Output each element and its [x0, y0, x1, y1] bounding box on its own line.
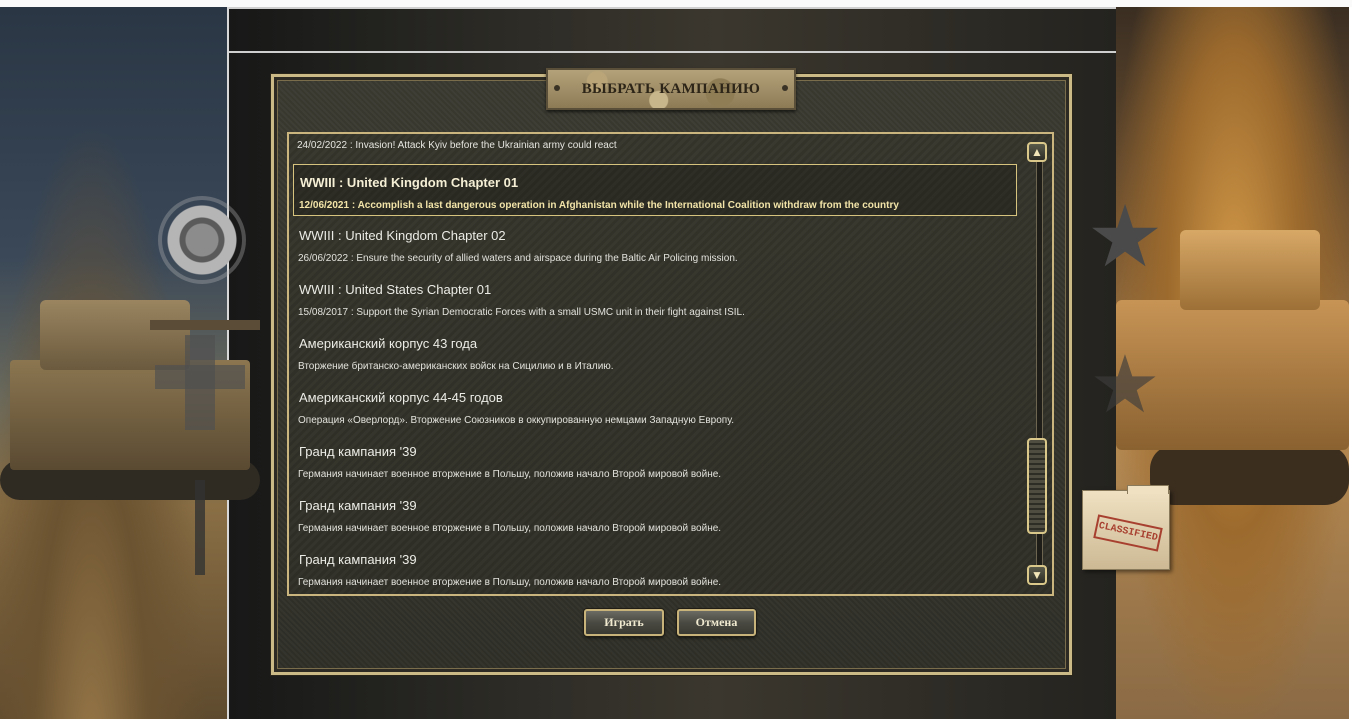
campaign-description: Германия начинает военное вторжение в По… — [298, 577, 722, 588]
arrow-up-icon: ▲ — [1031, 145, 1043, 159]
classified-stamp: CLASSIFIED — [1093, 514, 1163, 552]
scroll-up-button[interactable]: ▲ — [1027, 142, 1047, 162]
campaign-description: 12/06/2021 : Accomplish a last dangerous… — [299, 200, 899, 211]
campaign-title: Гранд кампания '39 — [299, 498, 417, 513]
campaign-title: WWIII : United Kingdom Chapter 01 — [300, 175, 519, 190]
campaign-item[interactable]: WWIII : United Kingdom Chapter 01 12/06/… — [293, 164, 1017, 216]
campaign-title: Американский корпус 43 года — [299, 336, 478, 351]
campaign-description: Операция «Оверлорд». Вторжение Союзников… — [298, 415, 734, 426]
campaign-description: Германия начинает военное вторжение в По… — [298, 469, 722, 480]
campaign-title: WWIII : United States Chapter 01 — [299, 282, 492, 297]
campaign-item[interactable]: Гранд кампания '39 Германия начинает вое… — [293, 434, 1017, 486]
campaign-title: WWIII : United Kingdom Chapter 02 — [299, 228, 506, 243]
campaign-title: Американский корпус 44-45 годов — [299, 390, 503, 405]
scrollbar-thumb[interactable] — [1027, 438, 1047, 534]
campaign-item[interactable]: WWIII : United Kingdom Chapter 02 26/06/… — [293, 218, 1017, 270]
campaign-description: 15/08/2017 : Support the Syrian Democrat… — [298, 307, 745, 318]
cancel-button[interactable]: Отмена — [677, 609, 756, 636]
campaign-title: Гранд кампания '39 — [299, 444, 417, 459]
divider-line — [228, 51, 1116, 53]
top-bar — [0, 0, 1352, 7]
campaign-list: 24/02/2022 : Invasion! Attack Kyiv befor… — [289, 134, 1024, 594]
star-icon: ★ — [1086, 189, 1164, 285]
star-icon: ★ — [1089, 340, 1161, 429]
campaign-item[interactable]: Американский корпус 44-45 годов Операция… — [293, 380, 1017, 432]
divider-line — [228, 7, 1116, 9]
scroll-down-button[interactable]: ▼ — [1027, 565, 1047, 585]
arrow-down-icon: ▼ — [1031, 568, 1043, 582]
bolt-icon — [782, 85, 788, 91]
bolt-icon — [554, 85, 560, 91]
cross-icon — [155, 335, 245, 430]
list-item[interactable]: 24/02/2022 : Invasion! Attack Kyiv befor… — [297, 140, 1017, 158]
campaign-item[interactable]: Американский корпус 43 года Вторжение бр… — [293, 326, 1017, 378]
campaign-item[interactable]: Гранд кампания '39 Германия начинает вое… — [293, 542, 1017, 594]
campaign-description: Германия начинает военное вторжение в По… — [298, 523, 722, 534]
dialog-title-plate: ВЫБРАТЬ КАМПАНИЮ — [546, 68, 796, 110]
dialog-title: ВЫБРАТЬ КАМПАНИЮ — [581, 81, 761, 97]
campaign-list-panel: 24/02/2022 : Invasion! Attack Kyiv befor… — [287, 132, 1054, 596]
campaign-description: Вторжение британско-американских войск н… — [298, 361, 614, 372]
play-button[interactable]: Играть — [584, 609, 664, 636]
palm-icon — [195, 480, 205, 575]
gear-icon — [162, 200, 242, 280]
campaign-title: Гранд кампания '39 — [299, 552, 417, 567]
folder-icon[interactable]: CLASSIFIED — [1082, 485, 1170, 570]
campaign-description: 26/06/2022 : Ensure the security of alli… — [298, 253, 738, 264]
campaign-item[interactable]: Гранд кампания '39 Германия начинает вое… — [293, 488, 1017, 540]
campaign-item[interactable]: WWIII : United States Chapter 01 15/08/2… — [293, 272, 1017, 324]
